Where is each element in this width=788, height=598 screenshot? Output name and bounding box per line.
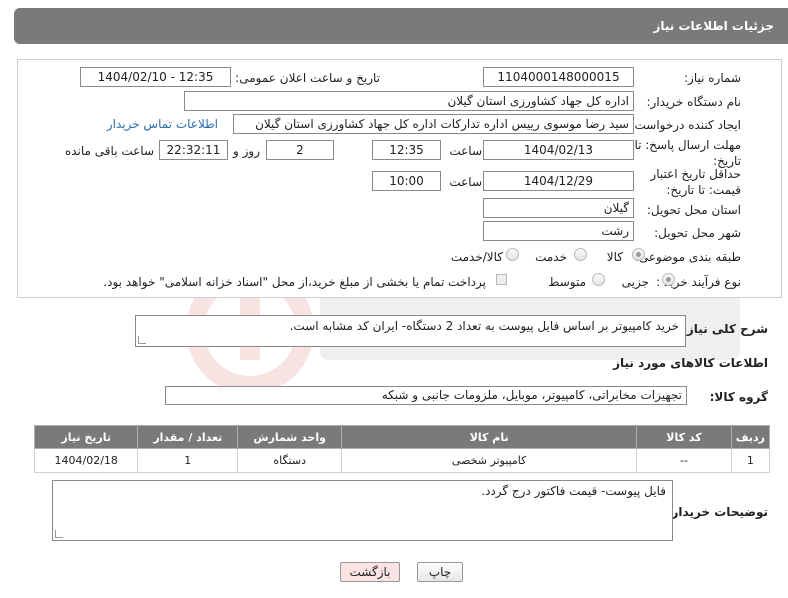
process-option-minor: جزیی [621,275,649,289]
goods-group-field: تجهیزات مخابراتی، کامپیوتر، موبایل، ملزو… [165,386,687,405]
validity-time-field: 10:00 [372,171,441,191]
table-row: 1 -- کامپیوتر شخصی دستگاه 1 1404/02/18 [33,448,771,473]
creator-field: سید رضا موسوی رییس اداره تدارکات اداره ک… [233,114,634,134]
process-option-medium: متوسط [548,275,586,289]
remaining-time-field: 22:32:11 [159,140,228,160]
remaining-label: ساعت باقی مانده [64,144,154,158]
remaining-days-field: 2 [266,140,334,160]
province-field: گیلان [483,198,634,218]
table-header-row: ردیف کد کالا نام کالا واحد شمارش تعداد /… [33,425,771,449]
deadline-time-label: ساعت [449,144,482,158]
validity-time-label: ساعت [449,175,482,189]
resize-handle-icon [55,530,63,538]
goods-table: ردیف کد کالا نام کالا واحد شمارش تعداد /… [33,425,771,473]
category-radio-service[interactable] [574,248,587,261]
page-header: جزئیات اطلاعات نیاز [14,8,788,44]
category-option-goods: کالا [606,250,623,264]
table-cell: 1 [730,448,771,473]
table-cell: 1404/02/18 [33,448,139,473]
column-header: کد کالا [636,425,732,449]
table-cell: کامپیوتر شخصی [341,448,638,473]
deadline-label: مهلت ارسال پاسخ: تا تاریخ: [634,138,741,168]
city-field: رشت [483,221,634,241]
buyer-contact-link[interactable]: اطلاعات تماس خریدار [107,117,218,131]
validity-label: حداقل تاریخ اعتبار قیمت: تا تاریخ: [650,167,741,197]
column-header: ردیف [730,425,771,449]
buyer-org-label: نام دستگاه خریدار: [646,95,742,109]
need-number-label: شماره نیاز: [684,71,741,85]
column-header: تعداد / مقدار [137,425,239,449]
description-textarea: خرید کامپیوتر بر اساس فایل پیوست به تعدا… [135,315,686,347]
process-radio-medium[interactable] [592,273,605,286]
goods-section-title: اطلاعات کالاهای مورد نیاز [613,356,768,370]
days-label: روز و [233,144,260,158]
column-header: نام کالا [341,425,638,449]
back-button[interactable]: بازگشت [340,562,400,582]
category-option-goods-service: کالا/خدمت [450,250,503,264]
category-label: طبقه بندی موضوعی: [634,250,741,264]
description-text: خرید کامپیوتر بر اساس فایل پیوست به تعدا… [289,319,679,333]
table-cell: دستگاه [237,448,343,473]
column-header: تاریخ نیاز [33,425,139,449]
buyer-notes-textarea: فایل پیوست- قیمت فاکتور درج گردد. [52,480,673,541]
city-label: شهر محل تحویل: [654,226,741,240]
column-header: واحد شمارش [237,425,343,449]
payment-checkbox[interactable] [496,274,507,285]
resize-handle-icon [138,336,146,344]
goods-group-label: گروه کالا: [709,390,768,404]
description-label: شرح کلی نیاز: [682,322,768,336]
table-cell: 1 [137,448,239,473]
deadline-date-field: 1404/02/13 [483,140,634,160]
buyer-notes-text: فایل پیوست- قیمت فاکتور درج گردد. [481,484,666,498]
province-label: استان محل تحویل: [646,203,741,217]
validity-date-field: 1404/12/29 [483,171,634,191]
table-cell: -- [636,448,732,473]
deadline-time-field: 12:35 [372,140,441,160]
buyer-org-field: اداره کل جهاد کشاورزی استان گیلان [184,91,634,111]
payment-note: پرداخت تمام یا بخشی از مبلغ خرید،از محل … [103,275,486,289]
category-radio-goods[interactable] [632,248,645,261]
announce-datetime-field: 1404/02/10 - 12:35 [80,67,231,87]
need-number-field: 1104000148000015 [483,67,634,87]
print-button[interactable]: چاپ [417,562,463,582]
buyer-notes-label: توضیحات خریدار: [666,505,768,519]
category-radio-goods-service[interactable] [506,248,519,261]
page-title: جزئیات اطلاعات نیاز [653,19,774,33]
creator-label: ایجاد کننده درخواست: [630,118,741,132]
announce-label: تاریخ و ساعت اعلان عمومی: [235,71,380,85]
process-radio-minor[interactable] [662,273,675,286]
category-option-service: خدمت [535,250,567,264]
